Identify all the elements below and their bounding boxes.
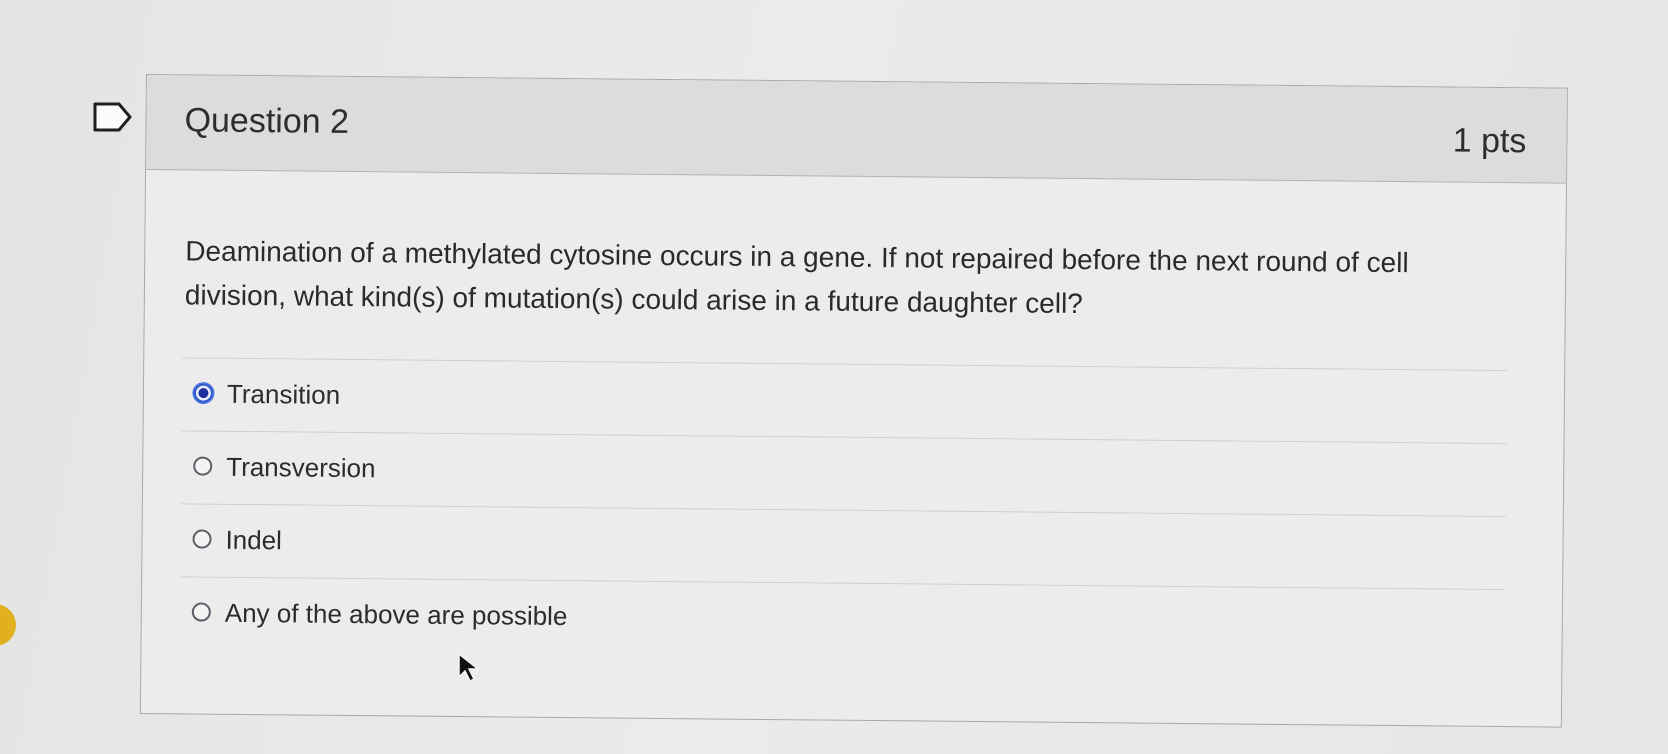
answer-option-any[interactable]: Any of the above are possible bbox=[179, 576, 1506, 663]
question-header: Question 2 1 pts bbox=[146, 75, 1567, 184]
question-text: Deamination of a methylated cytosine occ… bbox=[184, 235, 1409, 320]
radio-icon[interactable] bbox=[192, 529, 212, 549]
radio-selected-icon[interactable] bbox=[193, 383, 214, 403]
mouse-pointer-icon bbox=[458, 652, 481, 683]
radio-icon[interactable] bbox=[191, 602, 211, 622]
answer-list: Transition Transversion Indel Any of the… bbox=[179, 357, 1508, 663]
question-card: Question 2 1 pts Deamination of a methyl… bbox=[139, 74, 1568, 728]
side-tab-indicator bbox=[0, 604, 16, 646]
answer-option-transition[interactable]: Transition bbox=[181, 357, 1508, 444]
answer-label: Any of the above are possible bbox=[224, 597, 568, 632]
question-title: Question 2 bbox=[184, 101, 350, 141]
flag-question-icon[interactable] bbox=[92, 100, 134, 134]
answer-option-transversion[interactable]: Transversion bbox=[180, 430, 1507, 517]
answer-option-indel[interactable]: Indel bbox=[180, 503, 1506, 590]
question-points: 1 pts bbox=[1452, 121, 1527, 161]
answer-label: Indel bbox=[225, 524, 283, 556]
answer-label: Transversion bbox=[226, 451, 376, 484]
radio-icon[interactable] bbox=[193, 456, 213, 476]
answer-label: Transition bbox=[226, 378, 341, 410]
